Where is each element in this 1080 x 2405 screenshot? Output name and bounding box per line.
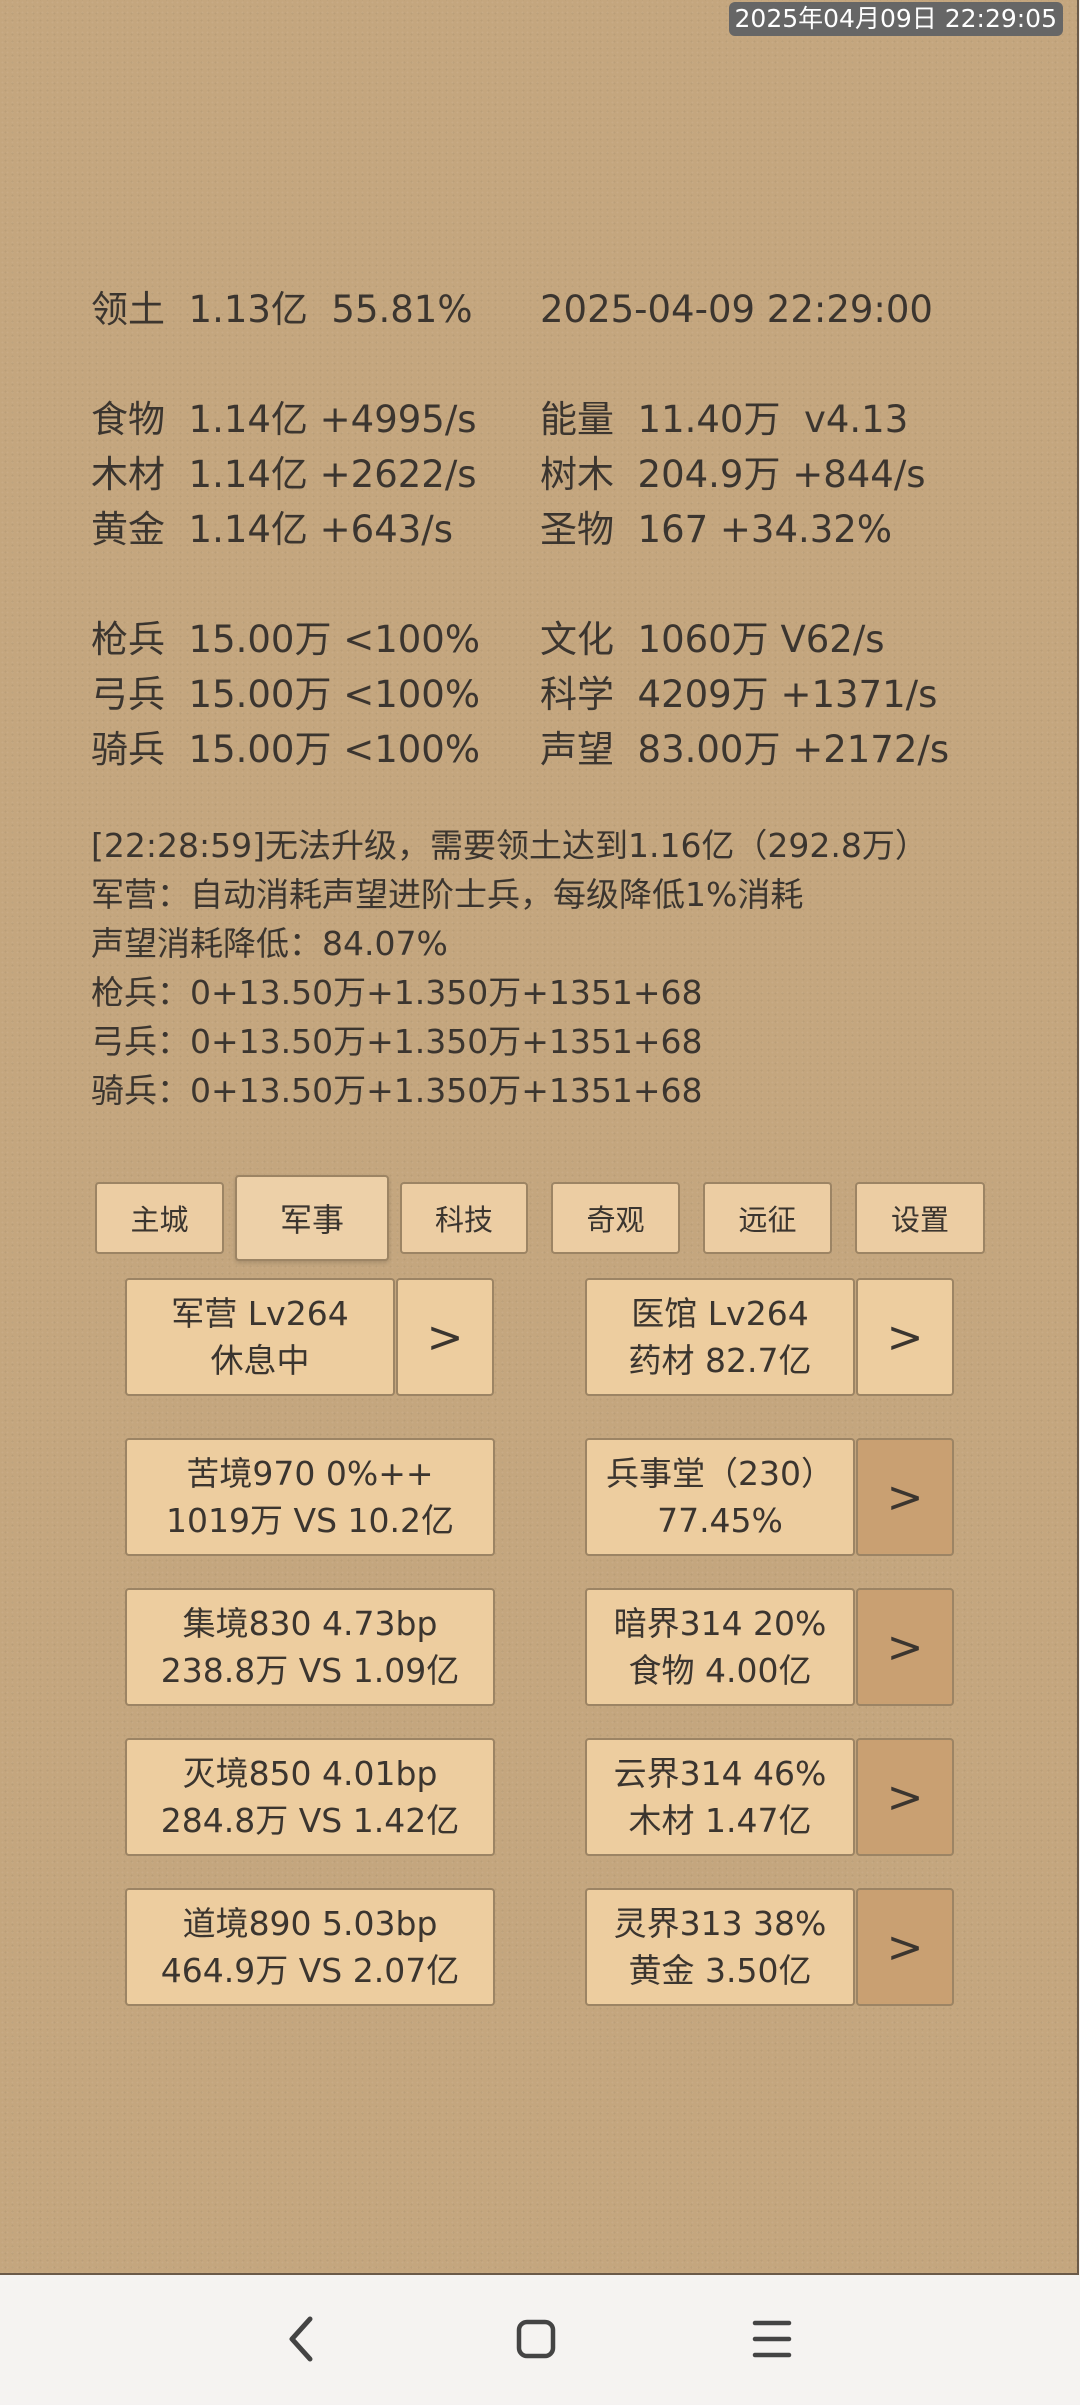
anjie-level: 暗界314 20% xyxy=(613,1604,827,1643)
archer-stat: 弓兵 15.00万 <100% xyxy=(91,673,480,716)
bingshitang-level: 兵事堂（230） xyxy=(606,1454,834,1493)
cavalry-stat: 骑兵 15.00万 <100% xyxy=(91,728,480,771)
bingshitang-percent: 77.45% xyxy=(657,1501,783,1540)
status-bar-time: 2025年04月09日 22:29:05 xyxy=(728,2,1063,36)
log-line: [22:28:59]无法升级，需要领土达到1.16亿（292.8万） xyxy=(91,826,928,865)
anjie-resource: 食物 4.00亿 xyxy=(628,1651,812,1690)
territory-stat: 领土 1.13亿 55.81% xyxy=(91,288,473,331)
log-line: 弓兵：0+13.50万+1.350万+1351+68 xyxy=(91,1022,703,1061)
lingjie-level: 灵界313 38% xyxy=(613,1904,827,1943)
hamburger-menu-icon xyxy=(752,2320,792,2358)
barracks-status: 休息中 xyxy=(210,1341,310,1380)
tree-stat: 树木 204.9万 +844/s xyxy=(540,453,926,496)
lingjie-arrow-button[interactable]: > xyxy=(856,1888,954,2006)
bingshitang-arrow-button[interactable]: > xyxy=(856,1438,954,1556)
log-line: 声望消耗降低：84.07% xyxy=(91,924,448,963)
lingjie-card[interactable]: 灵界313 38% 黄金 3.50亿 xyxy=(585,1888,855,2006)
tab-wonders[interactable]: 奇观 xyxy=(551,1182,680,1254)
bingshitang-card[interactable]: 兵事堂（230） 77.45% xyxy=(585,1438,855,1556)
log-line: 枪兵：0+13.50万+1.350万+1351+68 xyxy=(91,973,703,1012)
tab-technology[interactable]: 科技 xyxy=(400,1182,528,1254)
yunjie-resource: 木材 1.47亿 xyxy=(628,1801,812,1840)
jijing-card[interactable]: 集境830 4.73bp 238.8万 VS 1.09亿 xyxy=(125,1588,495,1706)
tab-settings[interactable]: 设置 xyxy=(855,1182,985,1254)
clinic-medicine: 药材 82.7亿 xyxy=(628,1341,812,1380)
tab-main-city[interactable]: 主城 xyxy=(95,1182,224,1254)
culture-stat: 文化 1060万 V62/s xyxy=(540,618,885,661)
gold-stat: 黄金 1.14亿 +643/s xyxy=(91,508,454,551)
science-stat: 科学 4209万 +1371/s xyxy=(540,673,938,716)
anjie-arrow-button[interactable]: > xyxy=(856,1588,954,1706)
miejing-level: 灭境850 4.01bp xyxy=(182,1754,438,1793)
barracks-card[interactable]: 军营 Lv264 休息中 xyxy=(125,1278,395,1396)
log-line: 军营：自动消耗声望进阶士兵，每级降低1%消耗 xyxy=(91,875,804,914)
tab-military[interactable]: 军事 xyxy=(235,1175,389,1261)
jijing-power: 238.8万 VS 1.09亿 xyxy=(160,1651,460,1690)
miejing-card[interactable]: 灭境850 4.01bp 284.8万 VS 1.42亿 xyxy=(125,1738,495,1856)
miejing-power: 284.8万 VS 1.42亿 xyxy=(160,1801,460,1840)
back-button[interactable] xyxy=(242,2277,362,2401)
tab-expedition[interactable]: 远征 xyxy=(703,1182,832,1254)
spearman-stat: 枪兵 15.00万 <100% xyxy=(91,618,480,661)
food-stat: 食物 1.14亿 +4995/s xyxy=(91,398,477,441)
relic-stat: 圣物 167 +34.32% xyxy=(540,508,892,551)
wood-stat: 木材 1.14亿 +2622/s xyxy=(91,453,477,496)
chevron-left-icon xyxy=(289,2316,313,2362)
clinic-level: 医馆 Lv264 xyxy=(631,1294,809,1333)
yunjie-card[interactable]: 云界314 46% 木材 1.47亿 xyxy=(585,1738,855,1856)
lingjie-resource: 黄金 3.50亿 xyxy=(628,1951,812,1990)
kujing-card[interactable]: 苦境970 0%++ 1019万 VS 10.2亿 xyxy=(125,1438,495,1556)
system-navigation-bar xyxy=(0,2277,1080,2401)
prestige-stat: 声望 83.00万 +2172/s xyxy=(540,728,950,771)
energy-stat: 能量 11.40万 v4.13 xyxy=(540,398,909,441)
barracks-arrow-button[interactable]: > xyxy=(396,1278,494,1396)
daojing-power: 464.9万 VS 2.07亿 xyxy=(160,1951,460,1990)
anjie-card[interactable]: 暗界314 20% 食物 4.00亿 xyxy=(585,1588,855,1706)
daojing-level: 道境890 5.03bp xyxy=(182,1904,438,1943)
menu-button[interactable] xyxy=(712,2277,832,2401)
log-line: 骑兵：0+13.50万+1.350万+1351+68 xyxy=(91,1071,703,1110)
kujing-power: 1019万 VS 10.2亿 xyxy=(166,1501,454,1540)
kujing-level: 苦境970 0%++ xyxy=(186,1454,434,1493)
clinic-card[interactable]: 医馆 Lv264 药材 82.7亿 xyxy=(585,1278,855,1396)
clinic-arrow-button[interactable]: > xyxy=(856,1278,954,1396)
game-area: 2025年04月09日 22:29:05 领土 1.13亿 55.81% 202… xyxy=(0,0,1079,2275)
rounded-square-icon xyxy=(516,2319,556,2359)
daojing-card[interactable]: 道境890 5.03bp 464.9万 VS 2.07亿 xyxy=(125,1888,495,2006)
yunjie-level: 云界314 46% xyxy=(613,1754,827,1793)
game-datetime: 2025-04-09 22:29:00 xyxy=(540,288,933,331)
barracks-level: 军营 Lv264 xyxy=(171,1294,349,1333)
yunjie-arrow-button[interactable]: > xyxy=(856,1738,954,1856)
jijing-level: 集境830 4.73bp xyxy=(182,1604,438,1643)
home-button[interactable] xyxy=(476,2277,596,2401)
